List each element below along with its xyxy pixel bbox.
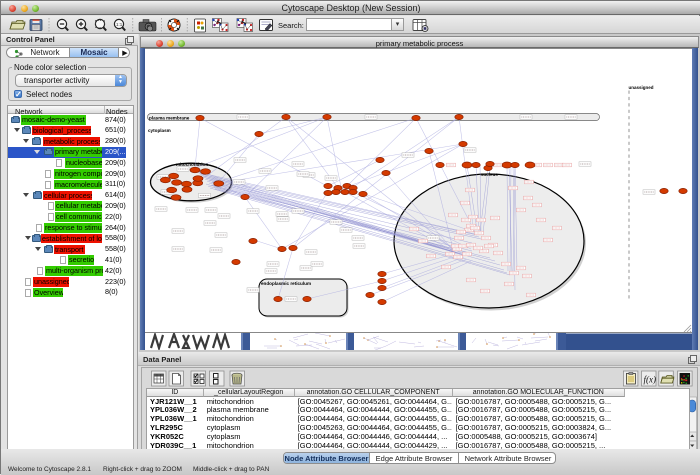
svg-text:f(x): f(x) bbox=[644, 375, 657, 385]
svg-text:cytoplasm: cytoplasm bbox=[148, 128, 171, 133]
svg-text:plasma membrane: plasma membrane bbox=[149, 116, 190, 121]
svg-text:mitochondrion: mitochondrion bbox=[176, 162, 208, 167]
svg-text:endoplasmic reticulum: endoplasmic reticulum bbox=[261, 281, 311, 286]
svg-text:1:1: 1:1 bbox=[116, 22, 123, 27]
svg-text:nucleus: nucleus bbox=[481, 172, 499, 177]
svg-text:unassigned: unassigned bbox=[629, 85, 654, 90]
